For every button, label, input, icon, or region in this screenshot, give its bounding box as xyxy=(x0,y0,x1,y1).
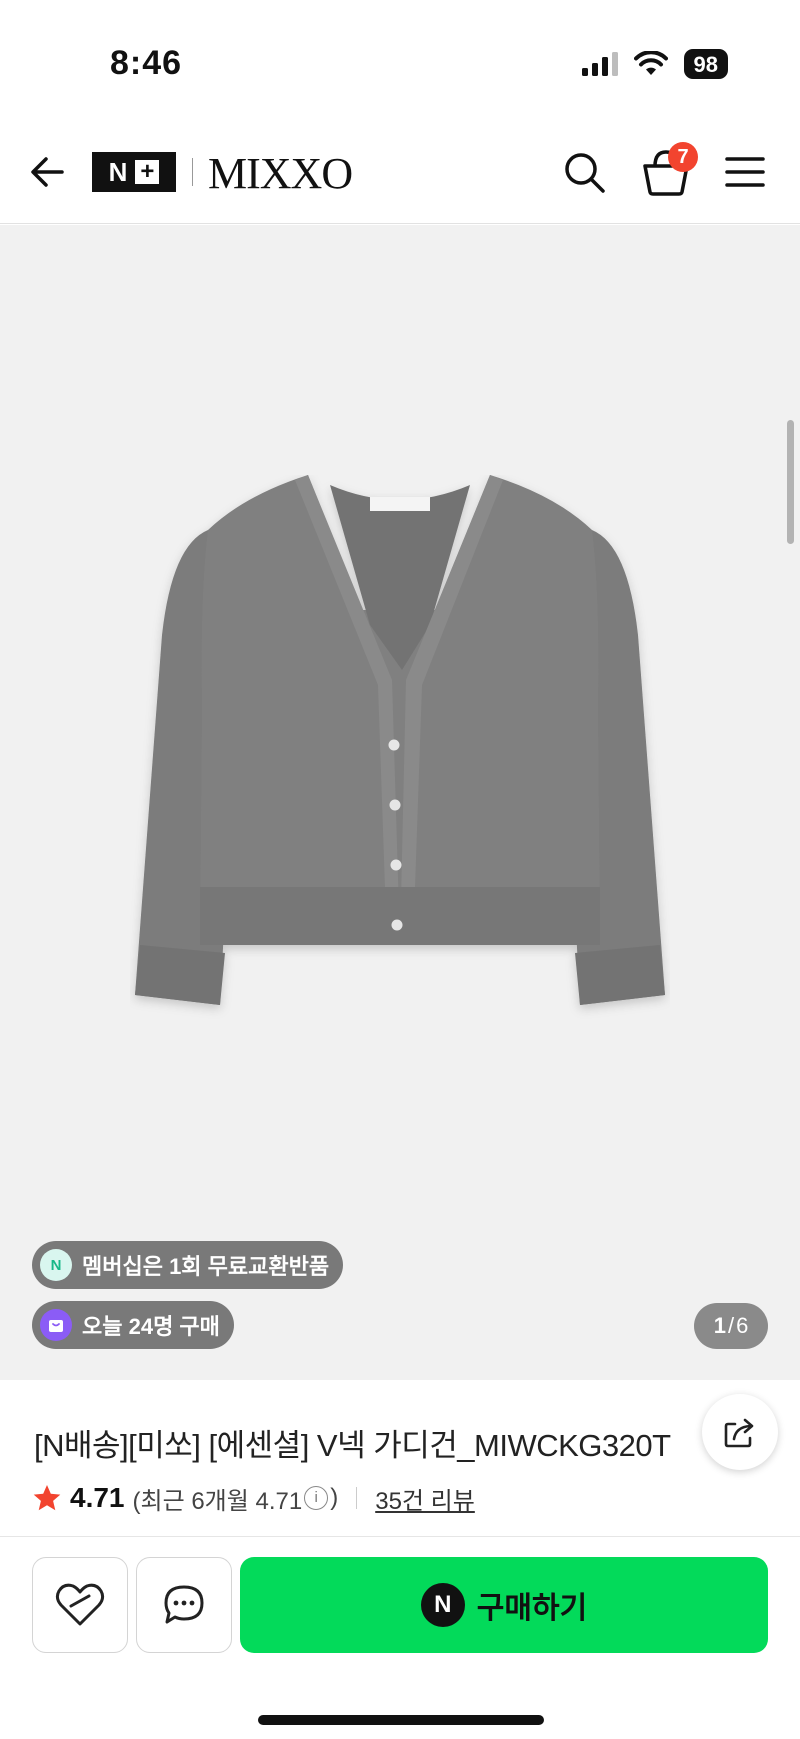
product-image-gallery[interactable]: N 멤버십은 1회 무료교환반품 오늘 24명 구매 1 / 6 xyxy=(0,225,800,1380)
bottom-action-bar: N 구매하기 xyxy=(0,1536,800,1739)
info-icon[interactable]: i xyxy=(304,1486,329,1510)
image-page-indicator: 1 / 6 xyxy=(694,1303,768,1349)
rating-score: 4.71 xyxy=(70,1482,125,1513)
search-icon xyxy=(565,153,605,193)
wifi-icon xyxy=(633,51,668,75)
buy-button-label: 구매하기 xyxy=(476,1592,588,1625)
share-icon xyxy=(724,1418,754,1448)
membership-badge: N 멤버십은 1회 무료교환반품 xyxy=(32,1241,344,1289)
naver-pay-icon: N xyxy=(420,1583,465,1627)
status-time: 8:46 xyxy=(110,44,183,82)
back-button[interactable] xyxy=(26,150,70,194)
purchase-count-badge: 오늘 24명 구매 xyxy=(32,1301,234,1349)
purchase-count-label: 오늘 24명 구매 xyxy=(82,1314,220,1339)
product-image xyxy=(135,475,665,1005)
page-separator: / xyxy=(727,1313,735,1338)
shopping-bag-icon xyxy=(40,1309,72,1341)
status-bar: 8:46 98 xyxy=(0,0,800,120)
heart-icon xyxy=(55,1583,105,1626)
page-current: 1 xyxy=(713,1313,726,1338)
rating-divider xyxy=(356,1487,358,1509)
plus-icon: + xyxy=(135,160,160,184)
rating-row: 4.71 (최근 6개월 4.71 i ) 35건 리뷰 xyxy=(32,1478,475,1518)
nplus-logo-letter: N xyxy=(108,156,128,187)
recent-rating-close: ) xyxy=(330,1484,339,1511)
review-count-link[interactable]: 35건 리뷰 xyxy=(375,1481,475,1516)
battery-indicator: 98 xyxy=(683,49,728,79)
star-icon xyxy=(33,1485,61,1511)
product-title: [N배송][미쏘] [에센셜] V넥 가디건_MIWCKG320T xyxy=(34,1428,671,1463)
hamburger-menu-icon xyxy=(725,157,765,187)
brand-logo[interactable]: MIXXO xyxy=(208,148,353,199)
logo-divider xyxy=(192,158,193,186)
search-button[interactable] xyxy=(562,150,608,196)
arrow-left-icon xyxy=(31,157,64,187)
signal-icon xyxy=(581,52,618,76)
recent-rating-label: (최근 6개월 4.71 xyxy=(132,1487,303,1515)
home-indicator[interactable] xyxy=(258,1715,544,1725)
status-icons: 98 xyxy=(581,48,728,80)
scrollbar[interactable] xyxy=(787,420,794,544)
app-header: N + MIXXO 7 xyxy=(0,120,800,224)
cart-count-badge: 7 xyxy=(668,142,698,172)
naver-membership-icon: N xyxy=(40,1249,72,1281)
share-button[interactable] xyxy=(702,1394,778,1470)
membership-badge-label: 멤버십은 1회 무료교환반품 xyxy=(82,1254,330,1279)
page-total: 6 xyxy=(736,1313,749,1338)
chat-bubble-icon xyxy=(164,1585,204,1624)
buy-button[interactable]: N 구매하기 xyxy=(240,1557,768,1653)
nplus-logo[interactable]: N + xyxy=(92,152,176,192)
wishlist-button[interactable] xyxy=(32,1557,128,1653)
chat-inquiry-button[interactable] xyxy=(136,1557,232,1653)
menu-button[interactable] xyxy=(724,152,766,192)
